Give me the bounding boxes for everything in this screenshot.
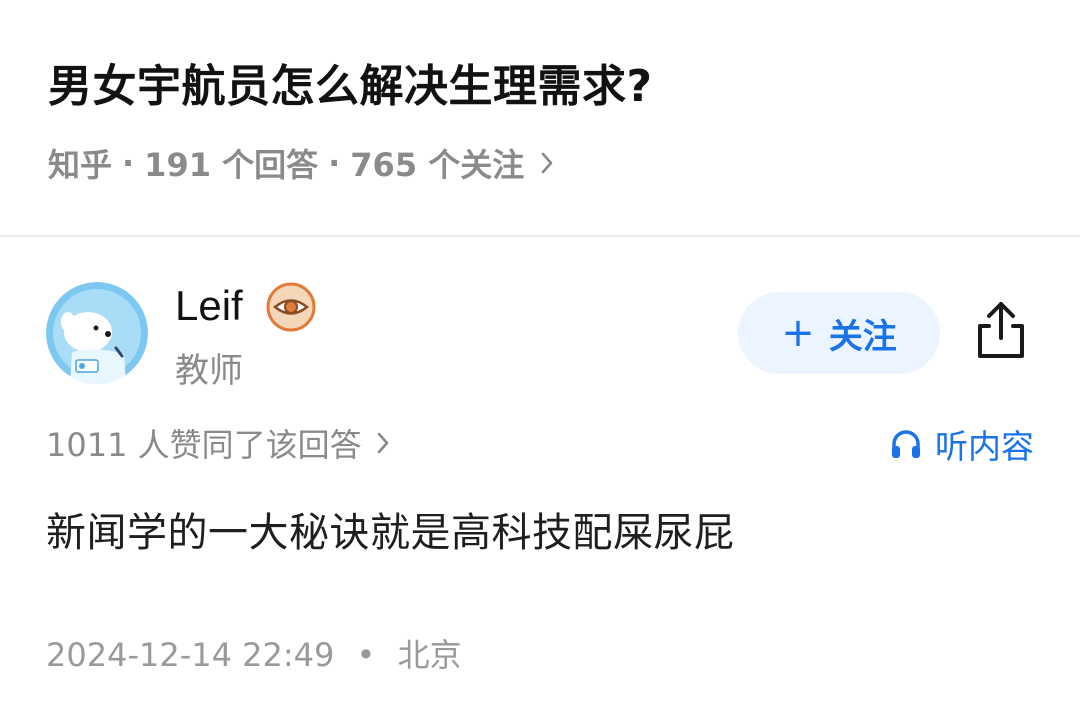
plus-icon: + bbox=[781, 310, 815, 356]
author-avatar[interactable] bbox=[46, 282, 148, 384]
meta-separator: • bbox=[356, 636, 376, 674]
listen-label: 听内容 bbox=[935, 427, 1034, 466]
answer-count: 191 个回答 bbox=[144, 146, 319, 184]
upvote-count: 1011 人赞同了该回答 bbox=[46, 426, 362, 464]
answer-date: 2024-12-14 22:49 bbox=[46, 636, 335, 674]
author-title: 教师 bbox=[175, 351, 243, 391]
question-title[interactable]: 男女宇航员怎么解决生理需求? bbox=[48, 50, 653, 114]
answer-location: 北京 bbox=[397, 636, 462, 674]
author-name[interactable]: Leif bbox=[175, 282, 243, 330]
answer-content[interactable]: 新闻学的一大秘诀就是高科技配屎尿屁 bbox=[46, 500, 735, 558]
chevron-right-icon bbox=[540, 151, 554, 175]
headphones-icon bbox=[892, 430, 920, 458]
answer-meta: 2024-12-14 22:49 • 北京 bbox=[46, 630, 462, 676]
follow-label: 关注 bbox=[828, 316, 897, 357]
upvote-summary[interactable]: 1011 人赞同了该回答 bbox=[46, 420, 390, 466]
eye-badge-icon bbox=[266, 282, 316, 332]
meta-separator: · bbox=[122, 144, 135, 182]
share-icon[interactable] bbox=[972, 298, 1030, 362]
meta-separator: · bbox=[328, 144, 341, 182]
listen-button[interactable]: 听内容 bbox=[889, 420, 1034, 468]
source-label: 知乎 bbox=[48, 146, 113, 184]
follower-count: 765 个关注 bbox=[350, 146, 525, 184]
divider bbox=[0, 235, 1080, 237]
follow-button[interactable]: + 关注 bbox=[738, 292, 940, 374]
chevron-right-icon bbox=[376, 431, 390, 455]
question-meta[interactable]: 知乎 · 191 个回答 · 765 个关注 bbox=[48, 140, 554, 186]
